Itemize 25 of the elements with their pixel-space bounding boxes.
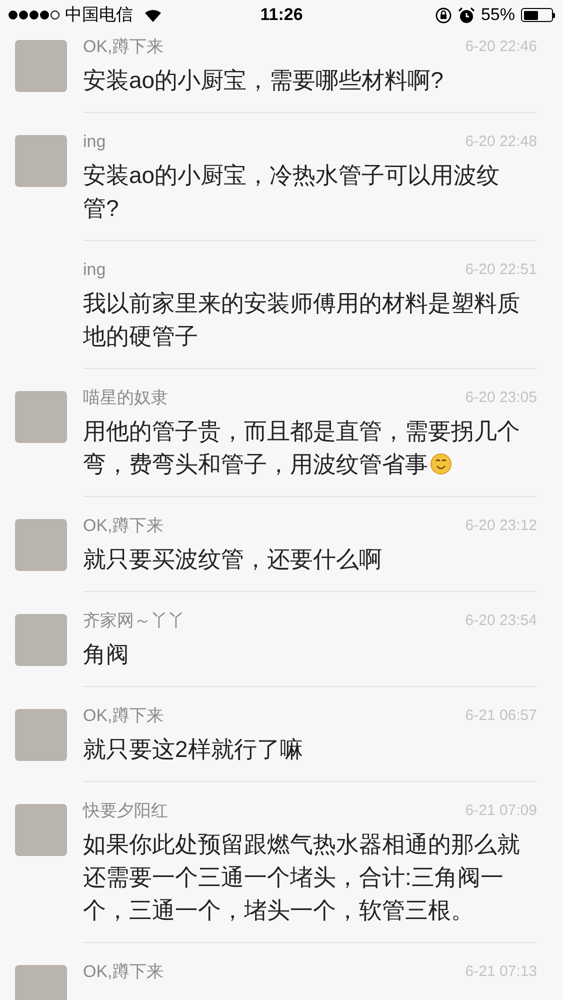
battery-percentage: 55% bbox=[480, 4, 515, 26]
status-time: 11:26 bbox=[260, 4, 303, 26]
comment-text: 角阀 bbox=[83, 641, 129, 667]
commenter-name: OK,蹲下来 bbox=[83, 961, 164, 984]
signal-strength-icon bbox=[8, 10, 60, 20]
comment-text: 安装ao的小厨宝，需要哪些材料啊? bbox=[83, 67, 444, 93]
commenter-name: 快要夕阳红 bbox=[83, 800, 168, 822]
comment-text: 如果你此处预留跟燃气热水器相通的那么就还需要一个三通一个堵头，合计:三角阀一个，三通一个，堵头一个，软管三根。 bbox=[83, 831, 520, 923]
comment-text: 就只要买波纹管，还要什么啊 bbox=[83, 546, 382, 572]
comment-text: 用他的管子贵，而且都是直管，需要拐几个弯，费弯头和管子，用波纹管省事 bbox=[83, 418, 520, 477]
comment-text: 就只要这2样就行了嘛 bbox=[83, 736, 303, 762]
commenter-name: 齐家网～丫丫 bbox=[83, 610, 185, 632]
comment-text: 安装ao的小厨宝，冷热水管子可以用波纹管? bbox=[83, 162, 500, 221]
battery-icon bbox=[521, 8, 555, 22]
wifi-icon bbox=[144, 8, 162, 22]
carrier-name: 中国电信 bbox=[65, 4, 133, 26]
alarm-clock-icon bbox=[458, 6, 475, 24]
comment-text: 我以前家里来的安装师傅用的材料是塑料质地的硬管子 bbox=[83, 290, 520, 349]
commenter-name: ing bbox=[83, 131, 106, 154]
commenter-name: OK,蹲下来 bbox=[83, 705, 164, 728]
commenter-name: ing bbox=[83, 259, 106, 282]
commenter-name: OK,蹲下来 bbox=[83, 515, 164, 538]
commenter-name: 喵星的奴隶 bbox=[83, 387, 168, 410]
rotation-lock-icon bbox=[434, 6, 452, 24]
commenter-name: OK,蹲下来 bbox=[83, 36, 164, 58]
